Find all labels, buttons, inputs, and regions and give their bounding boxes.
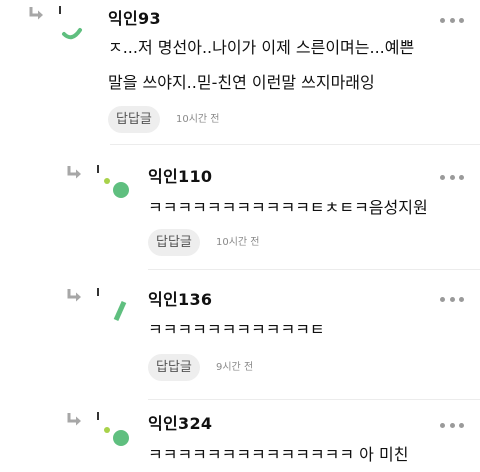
more-options-button[interactable]: [440, 294, 464, 304]
author-name[interactable]: 익인93: [108, 9, 161, 29]
reply-button[interactable]: 답답글: [148, 229, 200, 256]
timestamp: 9시간 전: [216, 362, 254, 373]
avatar[interactable]: [94, 412, 138, 456]
author-name[interactable]: 익인136: [148, 290, 212, 310]
reply-arrow-icon: [28, 6, 46, 22]
comment-item: 익인110 ㅋㅋㅋㅋㅋㅋㅋㅋㅋㅋㅋㅌㅊㅌㅋ음성지원 답답글 10시간 전: [0, 145, 480, 270]
comment-item: 익인136 ㅋㅋㅋㅋㅋㅋㅋㅋㅋㅋㅋㅌ 답답글 9시간 전: [0, 270, 480, 400]
more-options-button[interactable]: [440, 420, 464, 430]
timestamp: 10시간 전: [216, 237, 260, 248]
timestamp: 10시간 전: [176, 114, 220, 125]
author-name[interactable]: 익인324: [148, 414, 212, 434]
author-name[interactable]: 익인110: [148, 167, 212, 187]
reply-arrow-icon: [66, 412, 84, 428]
more-options-button[interactable]: [440, 172, 464, 182]
comment-item: 익인93 ㅈ...저 명선아..나이가 이제 스른이며는...예쁜 말을 쓰야지…: [0, 0, 480, 145]
reply-button[interactable]: 답답글: [108, 106, 160, 133]
reply-button[interactable]: 답답글: [148, 354, 200, 381]
reply-arrow-icon: [66, 288, 84, 304]
more-options-button[interactable]: [440, 15, 464, 25]
avatar[interactable]: [56, 6, 100, 50]
avatar[interactable]: [94, 288, 138, 332]
comment-text-line: ㅈ...저 명선아..나이가 이제 스른이며는...예쁜: [108, 38, 415, 57]
comment-text-line: 말을 쓰야지..믿-친연 이런말 쓰지마래잉: [108, 73, 375, 92]
comment-text-line: ㅋㅋㅋㅋㅋㅋㅋㅋㅋㅋㅋㅌㅊㅌㅋ음성지원: [148, 198, 428, 217]
avatar[interactable]: [94, 165, 138, 209]
comment-text-line: ㅋㅋㅋㅋㅋㅋㅋㅋㅋㅋㅋㅋㅋㅋ 아 미친: [148, 445, 409, 464]
reply-arrow-icon: [66, 165, 84, 181]
comment-text-line: ㅋㅋㅋㅋㅋㅋㅋㅋㅋㅋㅋㅌ: [148, 320, 325, 339]
comment-item: 익인324 ㅋㅋㅋㅋㅋㅋㅋㅋㅋㅋㅋㅋㅋㅋ 아 미친: [0, 400, 480, 472]
